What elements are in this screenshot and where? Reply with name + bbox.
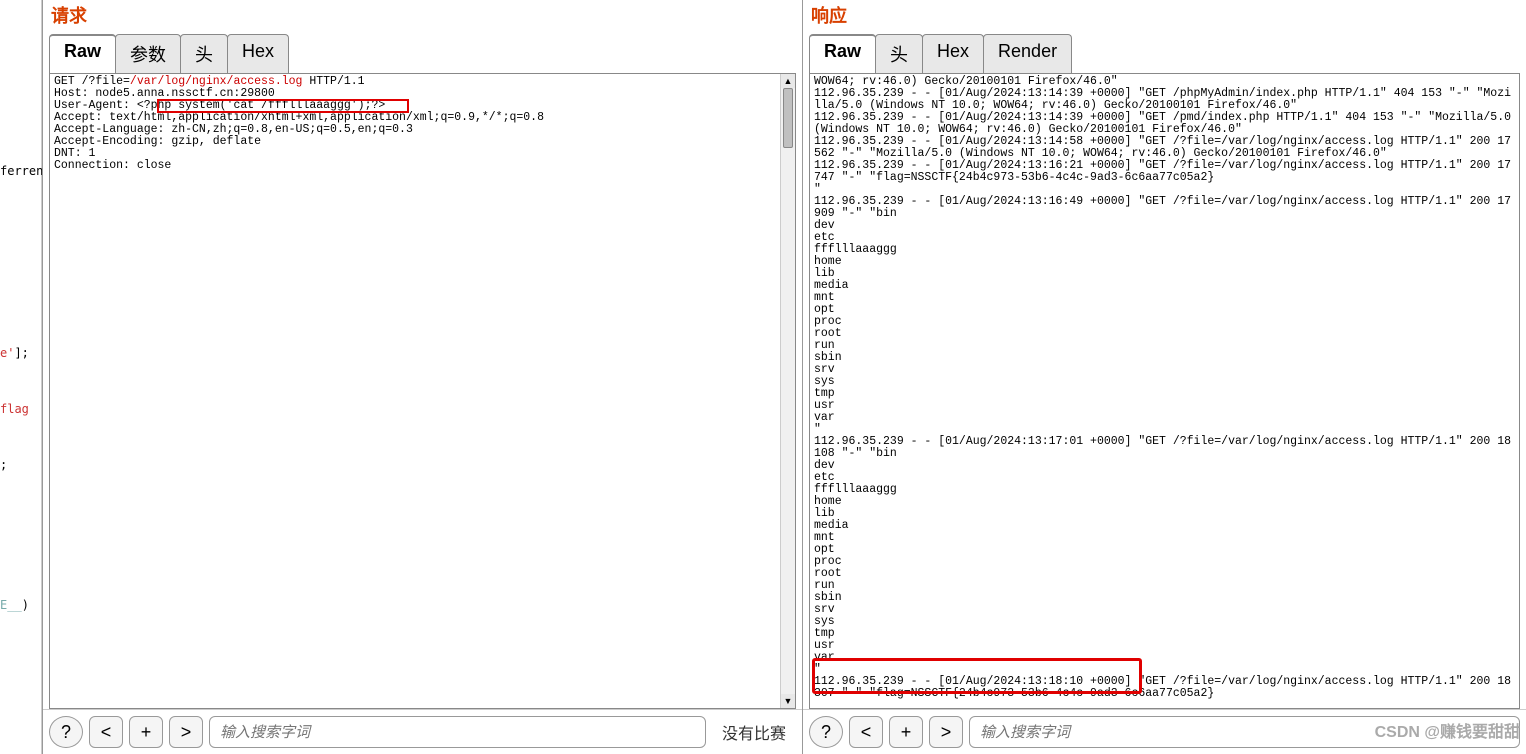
response-tabs: Raw 头 Hex Render bbox=[803, 30, 1526, 73]
response-pane: 响应 Raw 头 Hex Render WOW64; rv:46.0) Geck… bbox=[802, 0, 1526, 754]
response-content-wrap: WOW64; rv:46.0) Gecko/20100101 Firefox/4… bbox=[809, 73, 1520, 709]
add-match-button[interactable]: + bbox=[129, 716, 163, 748]
scroll-thumb[interactable] bbox=[783, 88, 793, 148]
request-tabs: Raw 参数 头 Hex bbox=[43, 30, 802, 73]
next-match-button[interactable]: > bbox=[929, 716, 963, 748]
request-pane: 请求 Raw 参数 头 Hex GET /?file=/var/log/ngin… bbox=[42, 0, 802, 754]
response-body[interactable]: WOW64; rv:46.0) Gecko/20100101 Firefox/4… bbox=[810, 74, 1519, 708]
tab-hex[interactable]: Hex bbox=[227, 34, 289, 73]
prev-match-button[interactable]: < bbox=[849, 716, 883, 748]
gutter-line: ferren bbox=[0, 164, 43, 178]
tab-hex[interactable]: Hex bbox=[922, 34, 984, 73]
response-title: 响应 bbox=[803, 0, 1526, 30]
request-content-wrap: GET /?file=/var/log/nginx/access.log HTT… bbox=[49, 73, 796, 709]
help-button[interactable]: ? bbox=[809, 716, 843, 748]
gutter-line: flag bbox=[0, 402, 29, 416]
code-gutter: ferren e']; flag ; E__) bbox=[0, 0, 42, 754]
tab-headers[interactable]: 头 bbox=[180, 34, 228, 73]
request-bottom-bar: ? < + > 没有比赛 bbox=[43, 709, 802, 754]
tab-raw[interactable]: Raw bbox=[49, 34, 116, 73]
request-body[interactable]: GET /?file=/var/log/nginx/access.log HTT… bbox=[50, 74, 780, 708]
tab-params[interactable]: 参数 bbox=[115, 34, 181, 73]
request-scrollbar[interactable]: ▲ ▼ bbox=[780, 74, 795, 708]
scroll-down-icon[interactable]: ▼ bbox=[781, 694, 795, 708]
gutter-line: ; bbox=[0, 458, 7, 472]
add-match-button[interactable]: + bbox=[889, 716, 923, 748]
next-match-button[interactable]: > bbox=[169, 716, 203, 748]
request-title: 请求 bbox=[43, 0, 802, 30]
tab-raw[interactable]: Raw bbox=[809, 34, 876, 73]
tab-render[interactable]: Render bbox=[983, 34, 1072, 73]
help-button[interactable]: ? bbox=[49, 716, 83, 748]
scroll-up-icon[interactable]: ▲ bbox=[781, 74, 795, 88]
no-match-label: 没有比赛 bbox=[712, 720, 796, 744]
gutter-line: E__ bbox=[0, 598, 22, 612]
search-input[interactable] bbox=[969, 716, 1520, 748]
response-bottom-bar: ? < + > bbox=[803, 709, 1526, 754]
gutter-line: e' bbox=[0, 346, 14, 360]
prev-match-button[interactable]: < bbox=[89, 716, 123, 748]
tab-headers[interactable]: 头 bbox=[875, 34, 923, 73]
search-input[interactable] bbox=[209, 716, 706, 748]
